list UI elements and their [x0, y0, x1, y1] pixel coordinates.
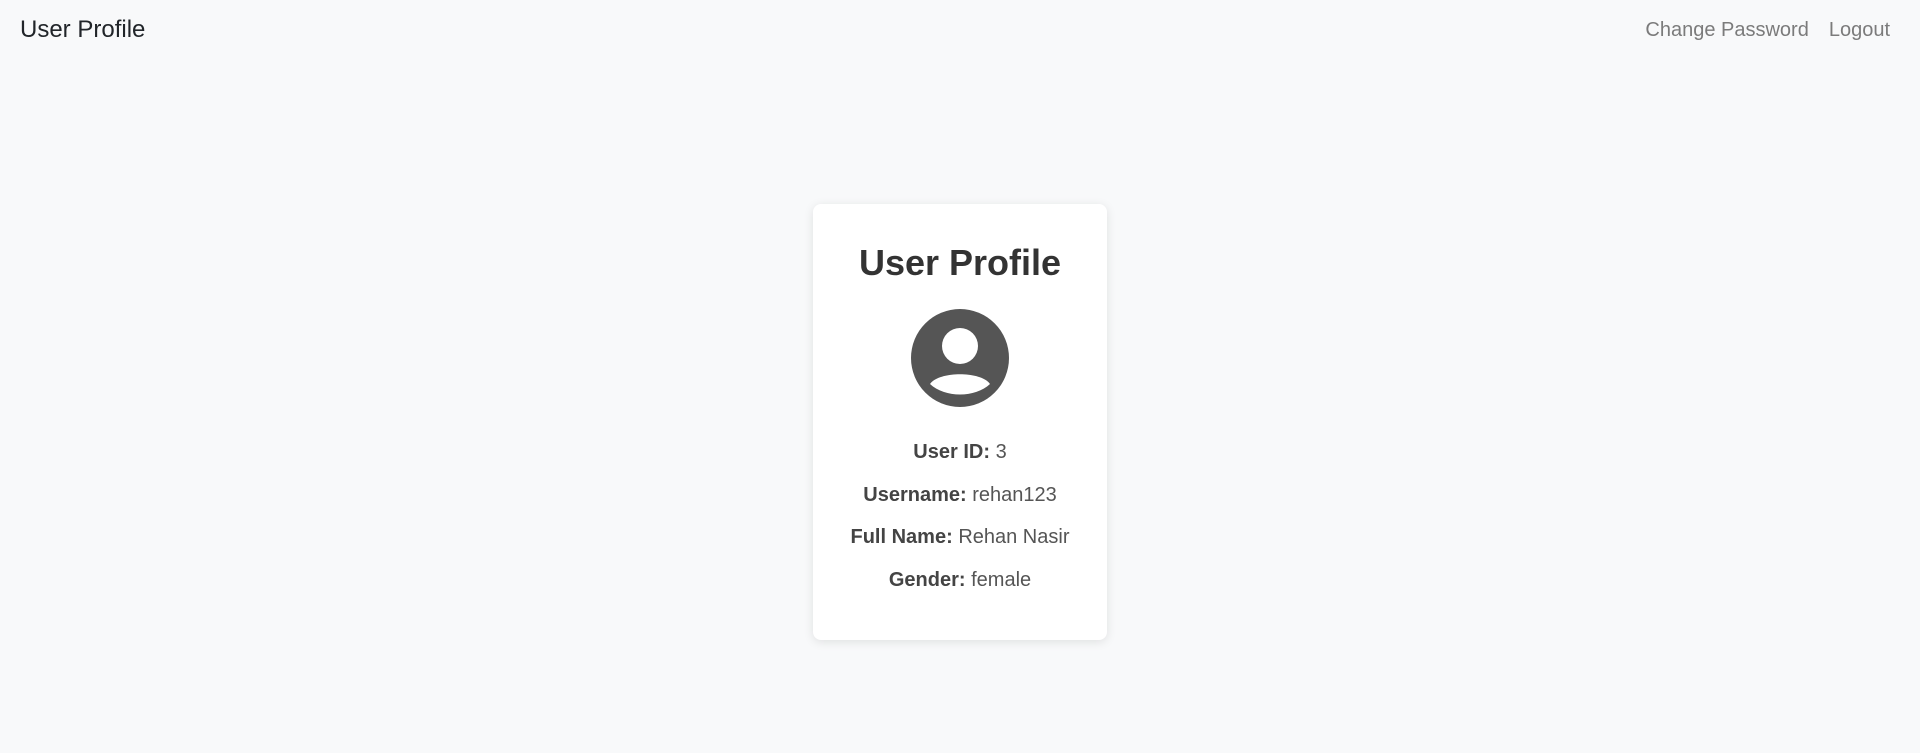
gender-value: female	[971, 569, 1032, 591]
navbar-links: Change Password Logout	[1645, 19, 1900, 42]
full-name-label: Full Name:	[850, 526, 953, 548]
username-row: Username: rehan123	[813, 484, 1107, 507]
full-name-value: Rehan Nasir	[958, 526, 1070, 548]
full-name-row: Full Name: Rehan Nasir	[813, 526, 1107, 549]
user-id-value: 3	[995, 441, 1007, 463]
username-value: rehan123	[972, 484, 1057, 506]
user-avatar-icon	[911, 309, 1009, 407]
profile-card: User Profile User ID: 3 Username: rehan1…	[813, 204, 1107, 640]
gender-row: Gender: female	[813, 569, 1107, 592]
navbar-brand[interactable]: User Profile	[20, 16, 145, 44]
change-password-link[interactable]: Change Password	[1645, 19, 1808, 42]
username-label: Username:	[863, 484, 967, 506]
top-navbar: User Profile Change Password Logout	[0, 0, 1920, 60]
user-id-label: User ID:	[913, 441, 990, 463]
profile-card-title: User Profile	[858, 242, 1062, 283]
logout-link[interactable]: Logout	[1829, 19, 1890, 42]
user-id-row: User ID: 3	[813, 441, 1107, 464]
gender-label: Gender:	[888, 569, 966, 591]
